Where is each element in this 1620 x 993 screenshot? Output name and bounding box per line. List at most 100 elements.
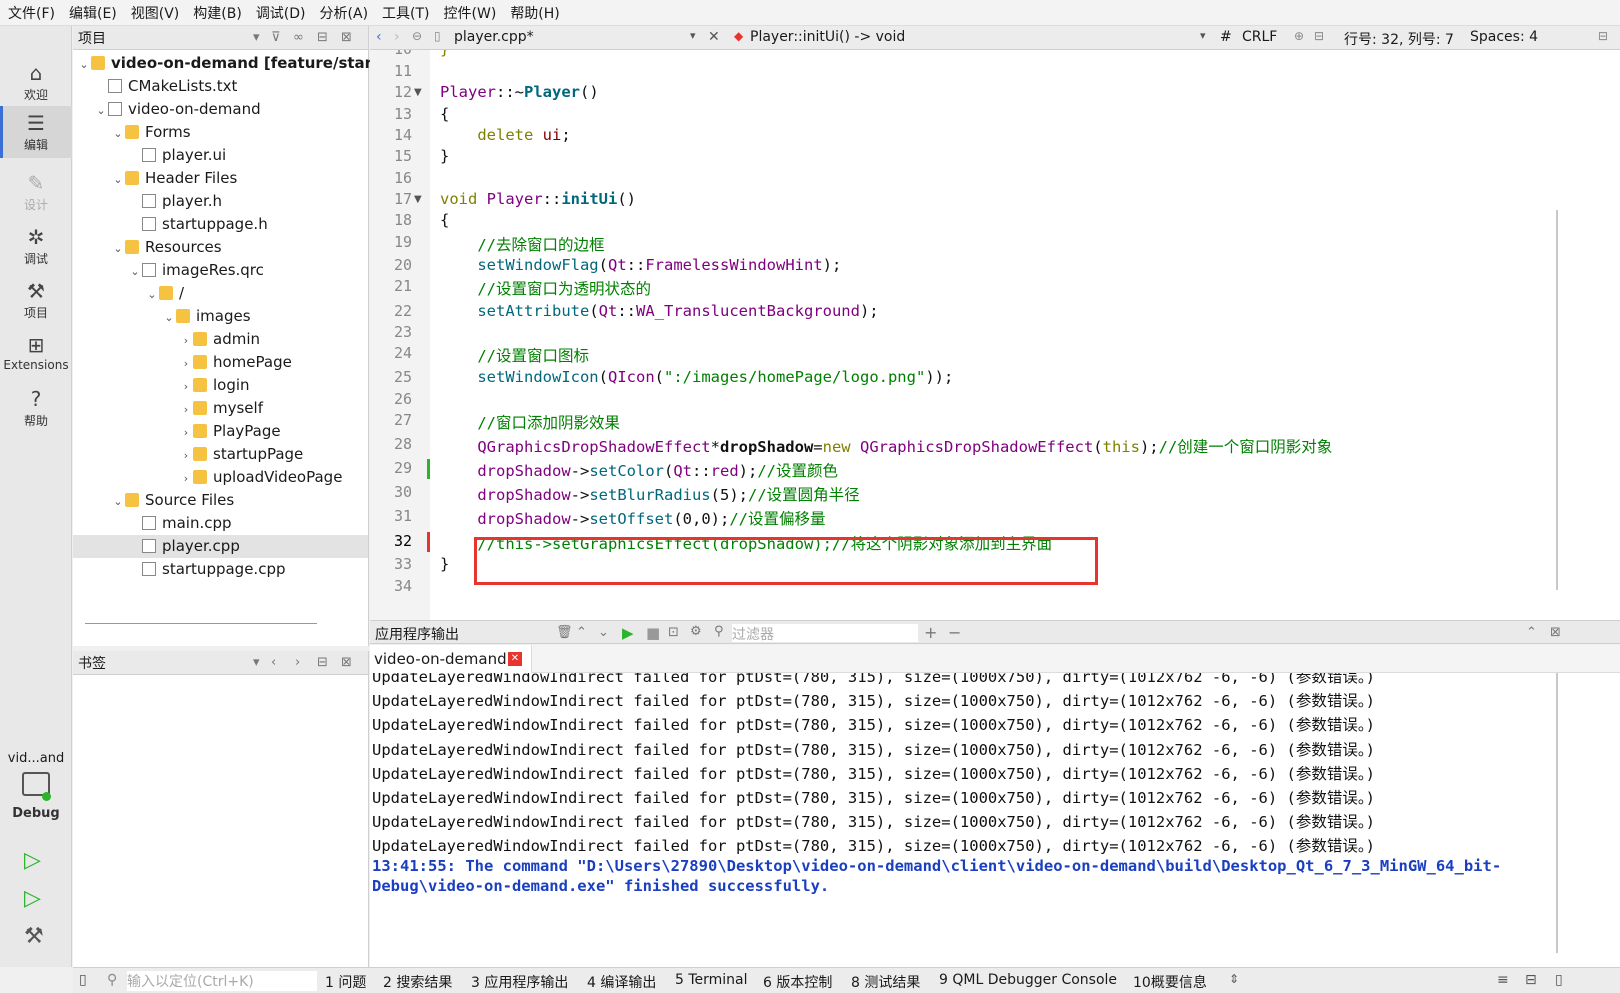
- application-output[interactable]: UpdateLayeredWindowIndirect failed for p…: [370, 673, 1620, 967]
- close-pane-icon[interactable]: ⊠: [1550, 625, 1561, 640]
- dropdown-icon[interactable]: ▾: [253, 655, 260, 670]
- forward-icon[interactable]: ›: [394, 29, 400, 45]
- status-tab-qml-debugger[interactable]: 9 QML Debugger Console: [939, 972, 1117, 988]
- chevron-right-icon[interactable]: ›: [179, 421, 193, 444]
- status-tab-tests[interactable]: 8 测试结果: [851, 972, 920, 992]
- code-line[interactable]: //窗口添加阴影效果: [440, 411, 620, 433]
- settings-icon[interactable]: ⚙: [690, 624, 702, 639]
- close-file-icon[interactable]: ✕: [708, 29, 720, 45]
- chevron-down-icon[interactable]: ⌄: [111, 122, 125, 145]
- tree-item[interactable]: › myself: [73, 397, 368, 420]
- tree-item[interactable]: player.h: [73, 190, 368, 213]
- minus-icon[interactable]: −: [948, 623, 961, 642]
- chevron-right-icon[interactable]: ›: [179, 329, 193, 352]
- tree-item[interactable]: player.ui: [73, 144, 368, 167]
- code-line[interactable]: void Player::initUi(): [440, 190, 636, 208]
- run-icon[interactable]: ▷: [24, 848, 41, 873]
- chevron-down-icon[interactable]: ⌄: [162, 306, 176, 329]
- tree-item[interactable]: ⌄ Resources: [73, 236, 368, 259]
- code-line[interactable]: {: [440, 211, 449, 229]
- tree-item[interactable]: › admin: [73, 328, 368, 351]
- chevron-right-icon[interactable]: ›: [179, 467, 193, 490]
- split-icon[interactable]: ⊟: [317, 655, 328, 670]
- code-line[interactable]: dropShadow->setColor(Qt::red);//设置颜色: [440, 459, 838, 481]
- tree-item[interactable]: startuppage.cpp: [73, 558, 368, 581]
- chevron-right-icon[interactable]: ›: [179, 398, 193, 421]
- tree-item[interactable]: ⌄ Forms: [73, 121, 368, 144]
- chevron-down-icon[interactable]: ⌄: [111, 490, 125, 513]
- code-line[interactable]: Player::~Player(): [440, 83, 599, 101]
- debug-run-icon[interactable]: ▷: [24, 886, 41, 911]
- mode-help[interactable]: ? 帮助: [0, 382, 72, 434]
- status-tab-app-output[interactable]: 3 应用程序输出: [471, 972, 568, 992]
- code-line[interactable]: setWindowIcon(QIcon(":/images/homePage/l…: [440, 368, 953, 386]
- code-line[interactable]: {: [440, 105, 449, 123]
- status-tab-terminal[interactable]: 5 Terminal: [675, 972, 748, 988]
- tree-item[interactable]: player.cpp: [73, 535, 368, 558]
- menu-item[interactable]: 调试(D): [256, 3, 306, 23]
- chevron-down-icon[interactable]: ⌄: [111, 168, 125, 191]
- more-tabs-icon[interactable]: ⇕: [1229, 972, 1239, 986]
- scrollbar-v[interactable]: [1556, 210, 1558, 590]
- maximize-icon[interactable]: ⌃: [1526, 625, 1537, 640]
- tree-item[interactable]: CMakeLists.txt: [73, 75, 368, 98]
- build-hammer-icon[interactable]: ⚒: [24, 924, 44, 949]
- close-pane-icon[interactable]: ⊠: [341, 30, 352, 45]
- hash-indicator[interactable]: #: [1220, 29, 1232, 45]
- output-tab[interactable]: video-on-demand ✕: [370, 645, 532, 673]
- symbol-selector[interactable]: Player::initUi() -> void: [750, 29, 905, 45]
- chevron-down-icon[interactable]: ⌄: [94, 99, 108, 122]
- encoding-icon[interactable]: ⊕: [1294, 29, 1304, 43]
- chevron-right-icon[interactable]: ›: [179, 444, 193, 467]
- menu-item[interactable]: 工具(T): [382, 3, 429, 23]
- code-line[interactable]: }: [440, 147, 449, 165]
- mode-edit[interactable]: ☰ 编辑: [0, 106, 72, 158]
- run-icon[interactable]: ▶: [622, 624, 634, 642]
- up-icon[interactable]: ⌃: [576, 625, 587, 640]
- tree-item[interactable]: ⌄ images: [73, 305, 368, 328]
- output-filter-input[interactable]: 过滤器: [732, 624, 918, 643]
- mode-extensions[interactable]: ⊞ Extensions: [0, 328, 72, 380]
- file-tab[interactable]: player.cpp*: [454, 29, 534, 45]
- split-editor-icon[interactable]: ⊟: [1598, 29, 1608, 43]
- tree-item[interactable]: ⌄ video-on-demand: [73, 98, 368, 121]
- toggle-sidebar-icon[interactable]: ▯: [79, 972, 87, 988]
- forward-icon[interactable]: ›: [295, 655, 300, 670]
- fold-marker-icon[interactable]: ▼: [414, 194, 422, 205]
- mode-design[interactable]: ✎ 设计: [0, 166, 72, 218]
- attach-icon[interactable]: ⊡: [668, 625, 679, 640]
- tree-item[interactable]: › login: [73, 374, 368, 397]
- mode-debug[interactable]: ✲ 调试: [0, 220, 72, 272]
- file-dropdown-icon[interactable]: ▾: [690, 29, 696, 42]
- back-icon[interactable]: ‹: [271, 655, 276, 670]
- menu-item[interactable]: 帮助(H): [510, 3, 559, 23]
- status-tab-summary[interactable]: 10概要信息: [1133, 972, 1207, 992]
- code-line[interactable]: setAttribute(Qt::WA_TranslucentBackgroun…: [440, 302, 878, 320]
- tree-item[interactable]: ⌄ imageRes.qrc: [73, 259, 368, 282]
- filter-icon[interactable]: ⊽: [271, 30, 281, 45]
- code-line[interactable]: }: [440, 555, 449, 573]
- scrollbar-v[interactable]: [1556, 673, 1558, 953]
- split-icon[interactable]: ⊟: [317, 30, 328, 45]
- chevron-right-icon[interactable]: ›: [179, 375, 193, 398]
- close-pane-icon[interactable]: ⊠: [341, 655, 352, 670]
- tree-item[interactable]: ⌄ Source Files: [73, 489, 368, 512]
- progress-icon[interactable]: ≡: [1497, 972, 1509, 988]
- code-line[interactable]: dropShadow->setOffset(0,0);//设置偏移量: [440, 507, 825, 529]
- code-line[interactable]: QGraphicsDropShadowEffect*dropShadow=new…: [440, 435, 1332, 457]
- chevron-right-icon[interactable]: ›: [179, 352, 193, 375]
- menu-item[interactable]: 文件(F): [8, 3, 55, 23]
- toggle-right-icon[interactable]: ▯: [1555, 972, 1563, 988]
- status-tab-issues[interactable]: 1 问题: [325, 972, 366, 992]
- code-line[interactable]: }: [440, 50, 449, 58]
- link-icon[interactable]: ∞: [293, 30, 304, 45]
- tree-item[interactable]: › uploadVideoPage: [73, 466, 368, 489]
- chevron-down-icon[interactable]: ⌄: [145, 283, 159, 306]
- down-icon[interactable]: ⌄: [598, 625, 609, 640]
- line-ending[interactable]: CRLF: [1242, 29, 1277, 45]
- tree-item[interactable]: › homePage: [73, 351, 368, 374]
- tree-item[interactable]: startuppage.h: [73, 213, 368, 236]
- tree-item[interactable]: main.cpp: [73, 512, 368, 535]
- fold-marker-icon[interactable]: ▼: [414, 87, 422, 98]
- stop-icon[interactable]: ■: [646, 624, 660, 642]
